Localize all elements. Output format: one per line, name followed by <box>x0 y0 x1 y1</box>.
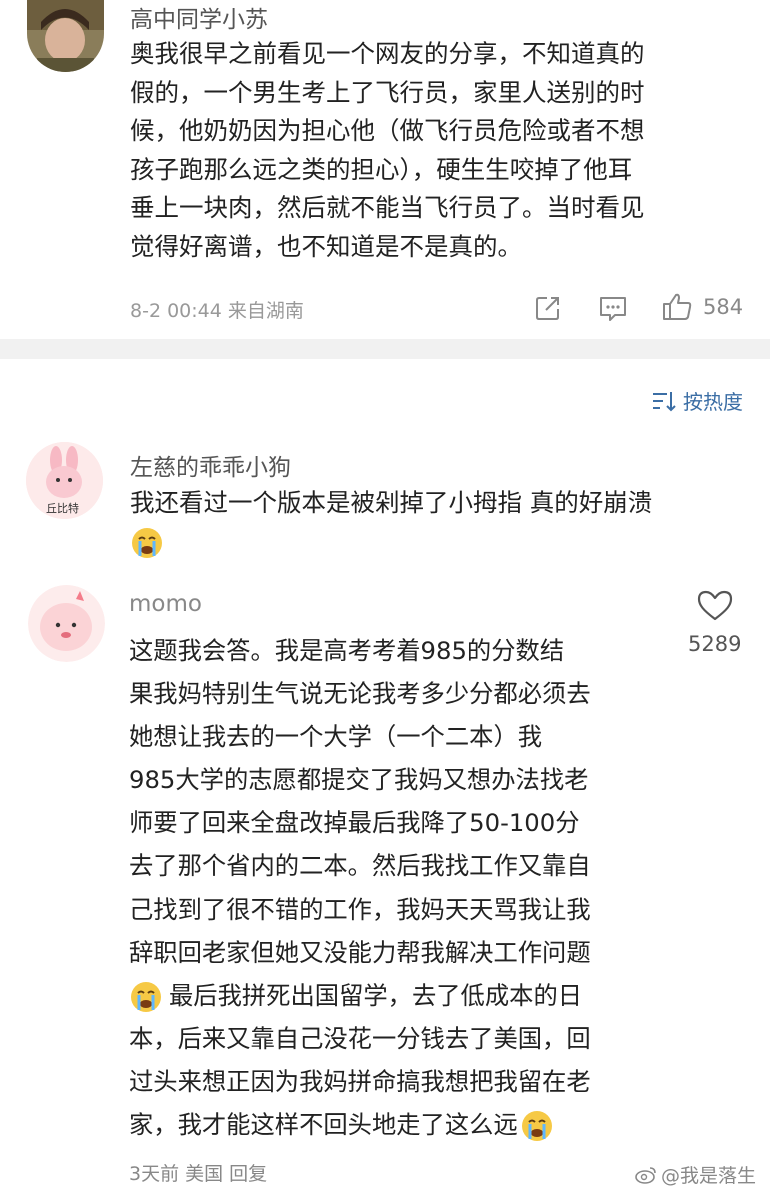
username[interactable]: 高中同学小苏 <box>130 0 268 34</box>
comment-line: 孩子跑那么远之类的担心），硬生生咬掉了他耳 <box>130 154 633 184</box>
username[interactable]: 左慈的乖乖小狗 <box>130 448 291 482</box>
like-count: 5289 <box>688 632 742 656</box>
sort-icon <box>653 391 676 411</box>
thumbs-up-icon <box>663 293 692 320</box>
comment-line: 师要了回来全盘改掉最后我降了50-100分 <box>129 808 580 838</box>
weibo-logo-icon <box>635 1166 656 1184</box>
sort-button[interactable]: 按热度 <box>651 386 743 415</box>
username[interactable]: momo <box>129 591 202 617</box>
crying-emoji-icon <box>521 1111 552 1142</box>
comment-line: 我还看过一个版本是被剁掉了小拇指 真的好崩溃 <box>130 488 653 517</box>
watermark: @我是落生 <box>635 1161 756 1188</box>
comment-meta: 3天前 美国 回复 <box>129 1163 268 1185</box>
avatar[interactable] <box>28 585 105 662</box>
comment-text: 这题我会答。我是高考考着985的分数结 果我妈特别生气说无论我考多少分都必须去 … <box>129 629 591 1146</box>
avatar[interactable] <box>27 0 104 72</box>
comment-line: 本，后来又靠自己没花一分钱去了美国，回 <box>129 1023 591 1053</box>
like-button[interactable]: 584 <box>661 292 743 322</box>
like-button[interactable]: 5289 <box>688 590 741 656</box>
avatar-label: 丘比特 <box>46 502 79 515</box>
comment-line: 己找到了很不错的工作，我妈天天骂我让我 <box>129 894 591 924</box>
comment-line: 假的，一个男生考上了飞行员，家里人送别的时 <box>130 77 645 107</box>
watermark-text: @我是落生 <box>660 1165 756 1187</box>
comment-line: 奥我很早之前看见一个网友的分享，不知道真的 <box>130 39 645 68</box>
comment-text: 奥我很早之前看见一个网友的分享，不知道真的 假的，一个男生考上了飞行员，家里人送… <box>130 35 645 267</box>
comment-meta: 8-2 00:44 来自湖南 <box>130 300 304 322</box>
emoji-line: 家，我才能这样不回头地走了这么远 <box>129 1103 591 1146</box>
share-button[interactable] <box>534 294 562 322</box>
comment-line: 辞职回老家但她又没能力帮我解决工作问题 <box>129 937 591 967</box>
avatar[interactable]: 丘比特 <box>26 442 103 519</box>
comment-line: 去了那个省内的二本。然后我找工作又靠自 <box>129 851 591 881</box>
comment-icon <box>600 297 626 321</box>
comment-line: 家，我才能这样不回头地走了这么远 <box>129 1110 518 1140</box>
like-count: 584 <box>703 295 744 319</box>
comment-button[interactable] <box>598 295 628 323</box>
sort-label: 按热度 <box>683 390 743 414</box>
comment-text: 我还看过一个版本是被剁掉了小拇指 真的好崩溃 <box>130 484 652 561</box>
comment-line: 最后我拼死出国留学，去了低成本的日 <box>169 980 583 1010</box>
comment-line: 觉得好离谱，也不知道是不是真的。 <box>130 231 522 261</box>
heart-icon <box>697 590 732 621</box>
section-divider <box>0 339 770 359</box>
comment-line: 果我妈特别生气说无论我考多少分都必须去 <box>129 679 591 709</box>
emoji-line: 最后我拼死出国留学，去了低成本的日 <box>129 974 591 1017</box>
comment-line: 这题我会答。我是高考考着985的分数结 <box>129 636 565 665</box>
comment-line: 985大学的志愿都提交了我妈又想办法找老 <box>129 765 589 795</box>
comment-line: 过头来想正因为我妈拼命搞我想把我留在老 <box>129 1066 591 1096</box>
comment-line: 候，他奶奶因为担心他（做飞行员危险或者不想 <box>130 116 645 146</box>
emoji-line <box>130 523 652 562</box>
comment-line: 垂上一块肉，然后就不能当飞行员了。当时看见 <box>130 193 645 223</box>
crying-emoji-icon <box>132 527 162 558</box>
comment-line: 她想让我去的一个大学（一个二本）我 <box>129 722 543 752</box>
crying-emoji-icon <box>131 981 161 1012</box>
share-icon <box>536 297 559 320</box>
